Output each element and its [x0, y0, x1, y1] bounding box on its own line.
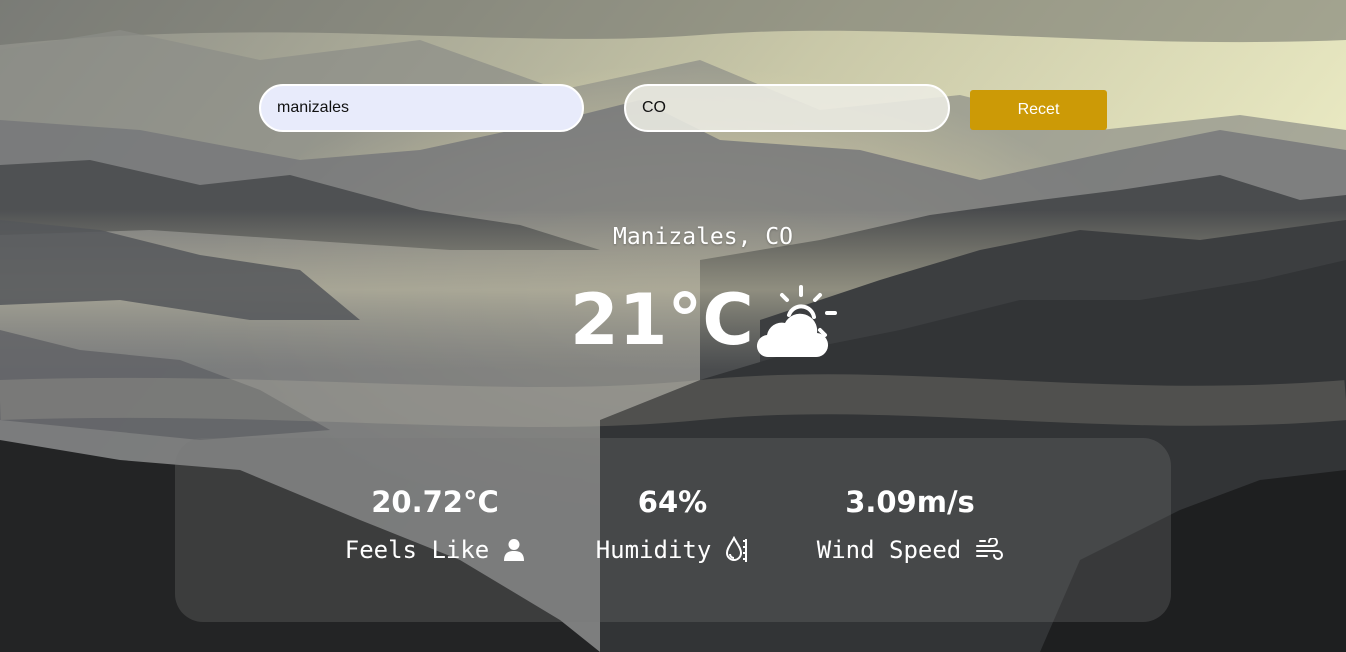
country-input[interactable]	[624, 84, 950, 132]
feels-like-label: Feels Like	[344, 536, 490, 564]
person-icon	[503, 538, 525, 562]
weather-details-panel: 20.72°C Feels Like 64% Humidity 3.09m/s …	[175, 438, 1171, 622]
feels-like-stat: 20.72°C Feels Like	[325, 482, 545, 566]
humidity-stat: 64% Humidity	[580, 482, 765, 566]
partly-cloudy-day-icon	[755, 283, 837, 364]
city-input[interactable]	[259, 84, 584, 132]
wind-icon	[975, 538, 1004, 562]
humidity-value: 64%	[637, 485, 708, 519]
wind-speed-label: Wind Speed	[816, 536, 962, 564]
location-title: Manizales, CO	[612, 224, 793, 250]
humidity-drop-icon	[725, 536, 749, 564]
search-bar: Recet	[0, 0, 1346, 160]
current-temperature: 21°C	[570, 279, 754, 361]
reset-button[interactable]: Recet	[970, 90, 1107, 130]
feels-like-value: 20.72°C	[371, 485, 499, 519]
wind-speed-stat: 3.09m/s Wind Speed	[805, 482, 1015, 566]
humidity-label: Humidity	[595, 536, 712, 564]
wind-speed-value: 3.09m/s	[845, 485, 975, 519]
